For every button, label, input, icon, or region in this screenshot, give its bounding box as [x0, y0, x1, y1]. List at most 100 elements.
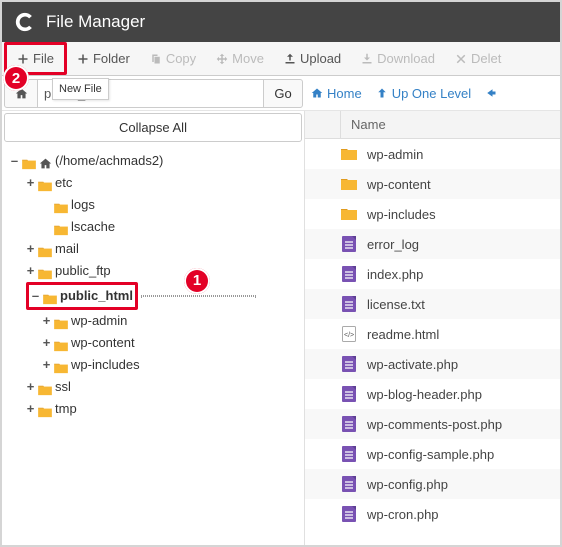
file-row[interactable]: wp-activate.php — [305, 349, 560, 379]
file-row[interactable]: </> readme.html — [305, 319, 560, 349]
toggle-icon[interactable]: – — [31, 285, 40, 307]
file-pane: Name wp-admin wp-content wp-includes error_… — [305, 111, 560, 545]
toggle-icon[interactable]: + — [26, 238, 35, 260]
tree-node-ssl[interactable]: + ssl — [26, 376, 296, 398]
file-row[interactable]: wp-comments-post.php — [305, 409, 560, 439]
upload-button-label: Upload — [300, 51, 341, 66]
go-button[interactable]: Go — [263, 79, 303, 108]
tree-node-lscache[interactable]: + lscache — [42, 216, 296, 238]
tree-pane: Collapse All – (/home/achmads2) +etc +lo… — [2, 111, 305, 545]
home-icon — [39, 155, 52, 168]
arrow-left-icon — [485, 87, 497, 99]
tree-node-mail[interactable]: + mail — [26, 238, 296, 260]
move-button[interactable]: Move — [206, 42, 274, 75]
tree-label: ssl — [55, 376, 71, 398]
grid-header: Name — [305, 111, 560, 139]
tree-label: mail — [55, 238, 79, 260]
file-row[interactable]: error_log — [305, 229, 560, 259]
tree-node-wp-includes[interactable]: +wp-includes — [42, 354, 296, 376]
toggle-icon[interactable]: + — [42, 354, 51, 376]
nav-home-label: Home — [327, 86, 362, 101]
tree-label: wp-admin — [71, 310, 127, 332]
file-button-label: File — [33, 51, 54, 66]
tree-node-public-ftp[interactable]: + public_ftp — [26, 260, 296, 282]
new-file-tooltip: New File — [52, 78, 109, 100]
folder-icon — [38, 243, 52, 255]
folder-icon — [341, 206, 357, 222]
file-name: wp-admin — [367, 147, 423, 162]
folder-icon — [54, 337, 68, 349]
delete-button-label: Delet — [471, 51, 501, 66]
copy-button-label: Copy — [166, 51, 196, 66]
copy-button[interactable]: Copy — [140, 42, 206, 75]
file-name: wp-blog-header.php — [367, 387, 482, 402]
tree-node-tmp[interactable]: +tmp — [26, 398, 296, 420]
download-button[interactable]: Download — [351, 42, 445, 75]
document-icon — [341, 476, 357, 492]
document-icon — [341, 506, 357, 522]
file-row[interactable]: wp-blog-header.php — [305, 379, 560, 409]
folder-button[interactable]: Folder — [67, 42, 140, 75]
file-name: wp-activate.php — [367, 357, 458, 372]
plus-icon — [77, 53, 89, 65]
document-icon — [341, 296, 357, 312]
toggle-icon[interactable]: + — [42, 310, 51, 332]
file-name: readme.html — [367, 327, 439, 342]
toolbar: File Folder Copy Move Upload Download De… — [2, 42, 560, 76]
toggle-icon: + — [42, 216, 51, 238]
tree-node-public-html[interactable]: – public_html — [26, 282, 296, 310]
app-title: File Manager — [46, 12, 145, 32]
folder-icon — [54, 359, 68, 371]
file-name: license.txt — [367, 297, 425, 312]
download-button-label: Download — [377, 51, 435, 66]
toggle-icon[interactable]: – — [10, 150, 19, 172]
document-icon — [341, 416, 357, 432]
code-file-icon: </> — [341, 326, 357, 342]
file-name: wp-includes — [367, 207, 436, 222]
file-row[interactable]: wp-config-sample.php — [305, 439, 560, 469]
folder-icon — [38, 177, 52, 189]
tree-label: lscache — [71, 216, 115, 238]
collapse-all-button[interactable]: Collapse All — [4, 113, 302, 142]
file-row[interactable]: wp-cron.php — [305, 499, 560, 529]
toggle-icon[interactable]: + — [26, 398, 35, 420]
tree-root[interactable]: – (/home/achmads2) — [10, 150, 296, 172]
content-split: Collapse All – (/home/achmads2) +etc +lo… — [2, 111, 560, 545]
tree-node-wp-content[interactable]: +wp-content — [42, 332, 296, 354]
arrow-up-icon — [376, 87, 388, 99]
folder-icon — [54, 221, 68, 233]
toggle-icon[interactable]: + — [42, 332, 51, 354]
move-button-label: Move — [232, 51, 264, 66]
tree-node-etc[interactable]: + etc — [26, 172, 296, 194]
download-icon — [361, 53, 373, 65]
file-row[interactable]: wp-content — [305, 169, 560, 199]
copy-icon — [150, 53, 162, 65]
file-row[interactable]: index.php — [305, 259, 560, 289]
folder-button-label: Folder — [93, 51, 130, 66]
file-row[interactable]: wp-includes — [305, 199, 560, 229]
tree-node-logs[interactable]: +logs — [42, 194, 296, 216]
file-row[interactable]: wp-config.php — [305, 469, 560, 499]
nav-up-link[interactable]: Up One Level — [376, 86, 472, 101]
tree-label: public_ftp — [55, 260, 111, 282]
file-row[interactable]: wp-admin — [305, 139, 560, 169]
toggle-icon[interactable]: + — [26, 376, 35, 398]
plus-icon — [17, 53, 29, 65]
folder-tree: – (/home/achmads2) +etc +logs +lscache +… — [2, 148, 304, 422]
toggle-icon: + — [42, 194, 51, 216]
toggle-icon[interactable]: + — [26, 260, 35, 282]
upload-button[interactable]: Upload — [274, 42, 351, 75]
move-icon — [216, 53, 228, 65]
file-row[interactable]: license.txt — [305, 289, 560, 319]
app-frame: 2 File Manager File Folder Copy Move Upl… — [0, 0, 562, 547]
tree-root-label: (/home/achmads2) — [55, 150, 163, 172]
document-icon — [341, 266, 357, 282]
nav-back-link[interactable] — [485, 87, 497, 99]
nav-home-link[interactable]: Home — [311, 86, 362, 101]
tree-label: etc — [55, 172, 72, 194]
tree-node-wp-admin[interactable]: + wp-admin — [42, 310, 296, 332]
toggle-icon[interactable]: + — [26, 172, 35, 194]
delete-button[interactable]: Delet — [445, 42, 511, 75]
checkbox-column[interactable] — [305, 111, 341, 138]
name-column-header[interactable]: Name — [341, 117, 386, 132]
